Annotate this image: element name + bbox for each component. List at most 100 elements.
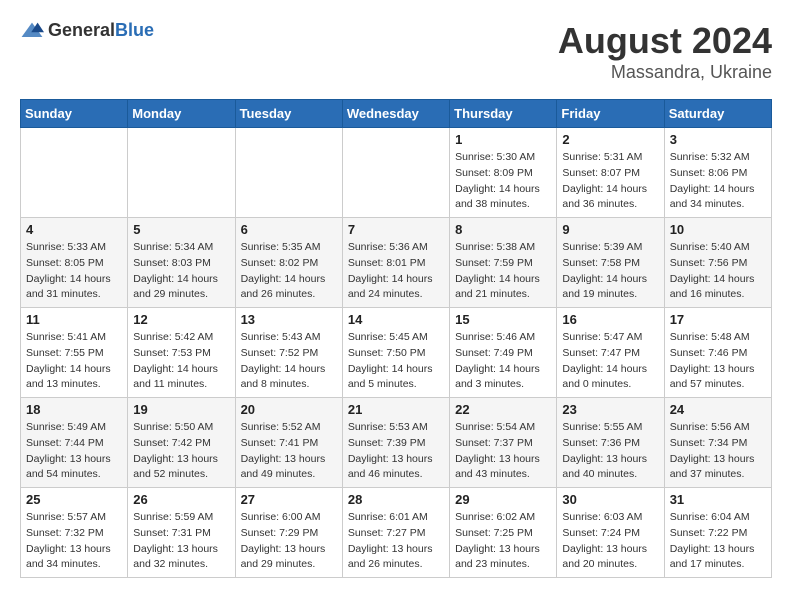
calendar-cell: 26 Sunrise: 5:59 AMSunset: 7:31 PMDayligh… — [128, 488, 235, 578]
day-number: 22 — [455, 402, 551, 417]
calendar-cell: 29 Sunrise: 6:02 AMSunset: 7:25 PMDayligh… — [450, 488, 557, 578]
calendar-cell: 2 Sunrise: 5:31 AMSunset: 8:07 PMDaylight… — [557, 128, 664, 218]
day-number: 31 — [670, 492, 766, 507]
day-info: Sunrise: 5:55 AMSunset: 7:36 PMDaylight:… — [562, 420, 658, 483]
calendar-week-row: 25 Sunrise: 5:57 AMSunset: 7:32 PMDayligh… — [21, 488, 772, 578]
day-info: Sunrise: 5:40 AMSunset: 7:56 PMDaylight:… — [670, 240, 766, 303]
day-number: 18 — [26, 402, 122, 417]
day-number: 26 — [133, 492, 229, 507]
day-info: Sunrise: 5:39 AMSunset: 7:58 PMDaylight:… — [562, 240, 658, 303]
calendar-cell: 31Sunrise: 6:04 AMSunset: 7:22 PMDayligh… — [664, 488, 771, 578]
day-info: Sunrise: 5:42 AMSunset: 7:53 PMDaylight:… — [133, 330, 229, 393]
weekday-header: Thursday — [450, 100, 557, 128]
day-number: 7 — [348, 222, 444, 237]
day-number: 4 — [26, 222, 122, 237]
day-number: 9 — [562, 222, 658, 237]
calendar-cell: 12 Sunrise: 5:42 AMSunset: 7:53 PMDayligh… — [128, 308, 235, 398]
weekday-header: Saturday — [664, 100, 771, 128]
day-number: 10 — [670, 222, 766, 237]
day-number: 28 — [348, 492, 444, 507]
location: Massandra, Ukraine — [558, 62, 772, 83]
weekday-header: Tuesday — [235, 100, 342, 128]
day-info: Sunrise: 6:00 AMSunset: 7:29 PMDaylight:… — [241, 510, 337, 573]
logo-general: General — [48, 20, 115, 40]
weekday-header-row: SundayMondayTuesdayWednesdayThursdayFrid… — [21, 100, 772, 128]
day-info: Sunrise: 5:41 AMSunset: 7:55 PMDaylight:… — [26, 330, 122, 393]
day-number: 13 — [241, 312, 337, 327]
calendar-week-row: 4 Sunrise: 5:33 AMSunset: 8:05 PMDaylight… — [21, 218, 772, 308]
day-info: Sunrise: 5:54 AMSunset: 7:37 PMDaylight:… — [455, 420, 551, 483]
calendar-cell: 22 Sunrise: 5:54 AMSunset: 7:37 PMDayligh… — [450, 398, 557, 488]
day-number: 2 — [562, 132, 658, 147]
day-number: 5 — [133, 222, 229, 237]
calendar-cell: 16 Sunrise: 5:47 AMSunset: 7:47 PMDayligh… — [557, 308, 664, 398]
logo: GeneralBlue — [20, 20, 154, 41]
day-info: Sunrise: 5:33 AMSunset: 8:05 PMDaylight:… — [26, 240, 122, 303]
calendar-cell: 24 Sunrise: 5:56 AMSunset: 7:34 PMDayligh… — [664, 398, 771, 488]
day-info: Sunrise: 5:30 AMSunset: 8:09 PMDaylight:… — [455, 150, 551, 213]
calendar-cell: 19Sunrise: 5:50 AMSunset: 7:42 PMDayligh… — [128, 398, 235, 488]
day-info: Sunrise: 5:52 AMSunset: 7:41 PMDaylight:… — [241, 420, 337, 483]
day-info: Sunrise: 5:57 AMSunset: 7:32 PMDaylight:… — [26, 510, 122, 573]
day-info: Sunrise: 5:47 AMSunset: 7:47 PMDaylight:… — [562, 330, 658, 393]
day-info: Sunrise: 5:35 AMSunset: 8:02 PMDaylight:… — [241, 240, 337, 303]
day-info: Sunrise: 5:53 AMSunset: 7:39 PMDaylight:… — [348, 420, 444, 483]
day-info: Sunrise: 5:56 AMSunset: 7:34 PMDaylight:… — [670, 420, 766, 483]
calendar-week-row: 1 Sunrise: 5:30 AMSunset: 8:09 PMDaylight… — [21, 128, 772, 218]
weekday-header: Sunday — [21, 100, 128, 128]
calendar-cell: 20 Sunrise: 5:52 AMSunset: 7:41 PMDayligh… — [235, 398, 342, 488]
calendar-cell — [128, 128, 235, 218]
calendar-week-row: 18 Sunrise: 5:49 AMSunset: 7:44 PMDayligh… — [21, 398, 772, 488]
day-info: Sunrise: 5:49 AMSunset: 7:44 PMDaylight:… — [26, 420, 122, 483]
day-number: 30 — [562, 492, 658, 507]
logo-icon — [20, 21, 44, 41]
calendar-cell — [342, 128, 449, 218]
day-number: 6 — [241, 222, 337, 237]
day-number: 1 — [455, 132, 551, 147]
page-header: GeneralBlue August 2024 Massandra, Ukrai… — [20, 20, 772, 83]
day-info: Sunrise: 5:36 AMSunset: 8:01 PMDaylight:… — [348, 240, 444, 303]
day-info: Sunrise: 5:32 AMSunset: 8:06 PMDaylight:… — [670, 150, 766, 213]
calendar-cell: 27Sunrise: 6:00 AMSunset: 7:29 PMDayligh… — [235, 488, 342, 578]
day-info: Sunrise: 5:43 AMSunset: 7:52 PMDaylight:… — [241, 330, 337, 393]
day-info: Sunrise: 5:31 AMSunset: 8:07 PMDaylight:… — [562, 150, 658, 213]
day-number: 29 — [455, 492, 551, 507]
day-number: 12 — [133, 312, 229, 327]
calendar-cell: 14Sunrise: 5:45 AMSunset: 7:50 PMDayligh… — [342, 308, 449, 398]
calendar-cell: 9 Sunrise: 5:39 AMSunset: 7:58 PMDaylight… — [557, 218, 664, 308]
calendar-cell: 5Sunrise: 5:34 AMSunset: 8:03 PMDaylight… — [128, 218, 235, 308]
day-number: 8 — [455, 222, 551, 237]
calendar-cell: 30Sunrise: 6:03 AMSunset: 7:24 PMDayligh… — [557, 488, 664, 578]
logo-blue: Blue — [115, 20, 154, 40]
day-number: 17 — [670, 312, 766, 327]
calendar-cell: 25 Sunrise: 5:57 AMSunset: 7:32 PMDayligh… — [21, 488, 128, 578]
day-number: 14 — [348, 312, 444, 327]
calendar-cell: 17Sunrise: 5:48 AMSunset: 7:46 PMDayligh… — [664, 308, 771, 398]
day-info: Sunrise: 5:46 AMSunset: 7:49 PMDaylight:… — [455, 330, 551, 393]
calendar-cell: 7 Sunrise: 5:36 AMSunset: 8:01 PMDaylight… — [342, 218, 449, 308]
day-number: 19 — [133, 402, 229, 417]
calendar-cell: 6 Sunrise: 5:35 AMSunset: 8:02 PMDaylight… — [235, 218, 342, 308]
calendar-cell: 15 Sunrise: 5:46 AMSunset: 7:49 PMDayligh… — [450, 308, 557, 398]
day-number: 25 — [26, 492, 122, 507]
day-info: Sunrise: 6:02 AMSunset: 7:25 PMDaylight:… — [455, 510, 551, 573]
calendar-cell: 4 Sunrise: 5:33 AMSunset: 8:05 PMDaylight… — [21, 218, 128, 308]
month-year: August 2024 — [558, 20, 772, 62]
calendar-cell: 8 Sunrise: 5:38 AMSunset: 7:59 PMDaylight… — [450, 218, 557, 308]
day-info: Sunrise: 5:59 AMSunset: 7:31 PMDaylight:… — [133, 510, 229, 573]
logo-text: GeneralBlue — [48, 20, 154, 41]
calendar-week-row: 11Sunrise: 5:41 AMSunset: 7:55 PMDayligh… — [21, 308, 772, 398]
day-number: 3 — [670, 132, 766, 147]
weekday-header: Friday — [557, 100, 664, 128]
calendar-cell: 1 Sunrise: 5:30 AMSunset: 8:09 PMDaylight… — [450, 128, 557, 218]
day-number: 20 — [241, 402, 337, 417]
calendar-cell: 13 Sunrise: 5:43 AMSunset: 7:52 PMDayligh… — [235, 308, 342, 398]
day-number: 16 — [562, 312, 658, 327]
day-number: 15 — [455, 312, 551, 327]
calendar-cell: 3 Sunrise: 5:32 AMSunset: 8:06 PMDaylight… — [664, 128, 771, 218]
day-number: 24 — [670, 402, 766, 417]
calendar-cell — [235, 128, 342, 218]
day-info: Sunrise: 5:38 AMSunset: 7:59 PMDaylight:… — [455, 240, 551, 303]
calendar-table: SundayMondayTuesdayWednesdayThursdayFrid… — [20, 99, 772, 578]
calendar-cell: 11Sunrise: 5:41 AMSunset: 7:55 PMDayligh… — [21, 308, 128, 398]
